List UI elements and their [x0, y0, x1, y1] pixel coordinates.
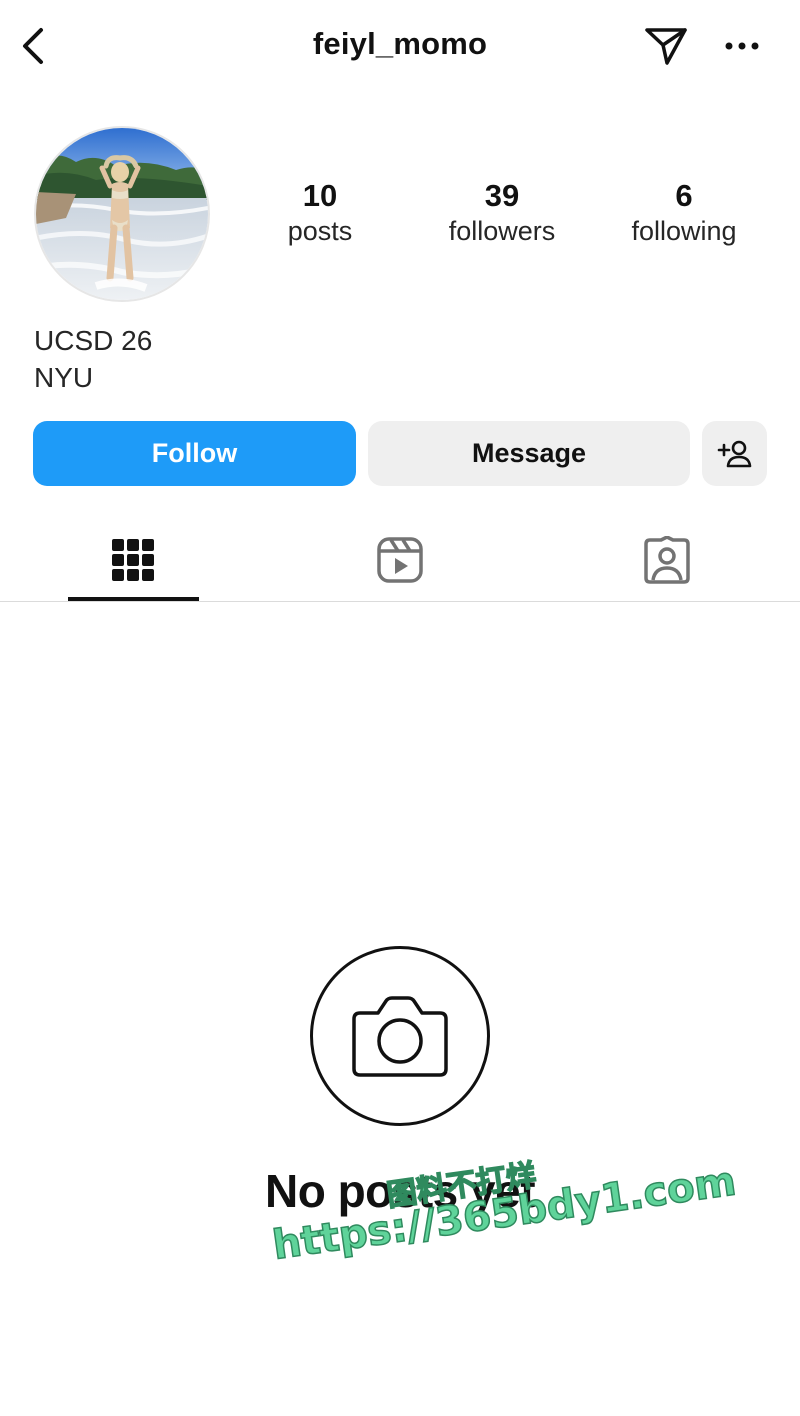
profile-bio: UCSD 26 NYU: [34, 322, 152, 396]
profile-photo: [36, 128, 208, 300]
active-tab-indicator: [68, 597, 199, 601]
profile-tabs: [0, 520, 800, 602]
profile-header: feiyl_momo: [0, 0, 800, 92]
empty-state-text: No posts yet: [264, 1165, 536, 1217]
stat-followers[interactable]: 39 followers: [412, 178, 592, 248]
tagged-icon: [644, 536, 690, 584]
stat-following-label: following: [631, 216, 737, 246]
reels-icon: [377, 537, 423, 583]
stat-following-value: 6: [675, 178, 693, 213]
tab-reels[interactable]: [320, 520, 480, 600]
stat-posts-value: 10: [302, 178, 338, 213]
stat-followers-value: 39: [484, 178, 520, 213]
message-button[interactable]: Message: [368, 421, 690, 486]
follow-button[interactable]: Follow: [33, 421, 356, 486]
grid-icon: [112, 539, 154, 581]
tab-tagged[interactable]: [587, 520, 747, 600]
camera-icon: [352, 996, 448, 1077]
suggested-users-button[interactable]: [702, 421, 767, 486]
tab-posts-grid[interactable]: [53, 520, 213, 600]
ellipsis-icon: [725, 42, 759, 50]
bio-line: UCSD 26: [34, 325, 153, 356]
paper-plane-icon: [645, 28, 687, 65]
stat-posts: 10 posts: [230, 178, 410, 248]
stat-followers-label: followers: [448, 216, 556, 246]
add-person-icon: [717, 440, 751, 467]
bio-line: NYU: [34, 362, 94, 393]
stat-following[interactable]: 6 following: [594, 178, 774, 248]
avatar[interactable]: [34, 126, 210, 302]
stat-posts-label: posts: [287, 216, 353, 246]
more-options-button[interactable]: [718, 22, 766, 70]
send-message-button[interactable]: [640, 22, 692, 70]
empty-state-circle: [310, 946, 490, 1126]
